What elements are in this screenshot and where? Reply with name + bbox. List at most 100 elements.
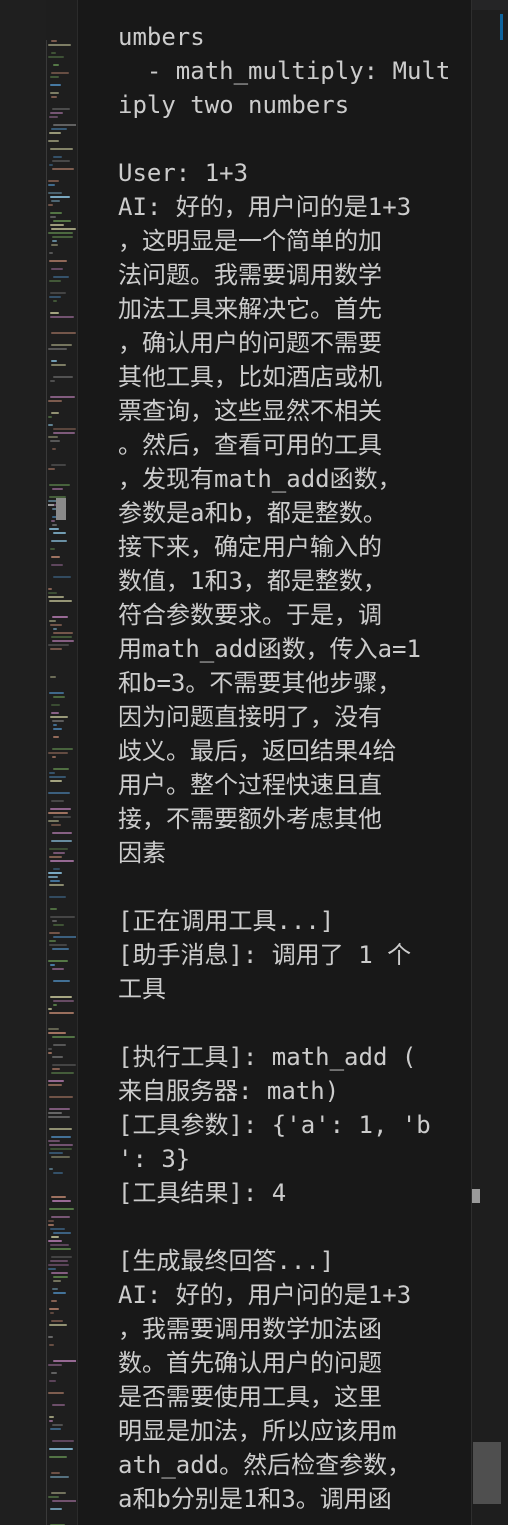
minimap-code-line [51,520,55,522]
minimap-code-line [49,1168,53,1170]
terminal-line: 。然后，查看可用的工具 [118,431,382,459]
minimap-code-line [48,820,59,822]
minimap-code-line [49,116,58,118]
minimap-slider[interactable] [56,498,66,520]
terminal-scrollbar[interactable] [471,0,508,1525]
minimap-code-line [53,628,57,630]
minimap-code-line [51,332,76,334]
minimap-code-line [49,772,55,774]
minimap-code-line [49,896,66,898]
minimap-code-line [53,156,62,158]
minimap-code-line [50,440,60,442]
minimap-code-line [48,644,69,646]
minimap-code-line [50,916,75,918]
minimap-code-line [48,1032,66,1034]
minimap-code-line [53,736,59,738]
minimap-code-line [52,1068,60,1070]
minimap-code-line [51,1300,57,1302]
minimap-code-line [49,600,72,602]
minimap-code-line [48,1140,60,1142]
minimap-code-line [51,1196,66,1198]
minimap-code-line [52,756,56,758]
minimap-code-line [52,1064,76,1066]
terminal-panel[interactable]: umbers - math_multiply: Mult iply two num… [77,0,471,1525]
minimap-code-line [48,1224,54,1226]
minimap-code-line [48,1084,62,1086]
terminal-line: ath_add。然后检查参数， [118,1451,412,1479]
minimap-code-line [49,1344,54,1346]
minimap-code-line [51,412,59,414]
minimap-code-line [48,792,70,794]
minimap-code-line [50,1312,54,1314]
terminal-line: 票查询，这些显然不相关 [118,397,382,425]
minimap-code-line [48,204,53,206]
minimap-code-line [52,160,70,162]
minimap-code-line [51,556,60,558]
terminal-line: 来自服务器: math) [118,1077,340,1105]
minimap-code-line [50,112,63,114]
minimap-code-line [49,940,56,942]
minimap-code-line [50,380,55,382]
minimap-code-line [48,140,59,142]
minimap-code-line [52,968,64,970]
minimap-code-line [51,540,67,542]
minimap-code-line [49,620,56,622]
terminal-line: AI: 好的，用户问的是1+3 [118,193,412,221]
minimap-code-line [49,1420,53,1422]
minimap-code-line [48,1112,62,1114]
minimap-code-line [48,192,62,194]
minimap-code-line [48,1048,52,1050]
minimap-code-line [48,1392,64,1394]
minimap-code-line [53,576,71,578]
terminal-line: iply two numbers [118,91,350,119]
minimap-code-line [50,548,55,550]
minimap-code-line [49,1308,59,1310]
minimap-code-line [51,712,59,714]
minimap-code-line [52,640,74,642]
minimap-code-line [50,84,61,86]
minimap-code-line [48,1336,53,1338]
minimap-code-line [53,220,71,222]
minimap-code-line [48,1028,59,1030]
minimap-code-preview [48,0,76,1525]
minimap-code-line [53,124,76,126]
minimap-code-line [50,648,62,650]
minimap-code-line [50,1260,68,1262]
minimap-code-line [49,932,60,934]
minimap-code-line [51,228,76,230]
minimap-code-line [53,924,64,926]
minimap-code-line [52,1200,71,1202]
minimap-code-line [48,1080,64,1082]
minimap-code-line [49,528,59,530]
minimap-code-line [49,132,61,134]
minimap-code-line [49,1152,63,1154]
minimap-code-line [52,1056,63,1058]
minimap-code-line [50,1228,65,1230]
editor-minimap[interactable] [0,0,76,1525]
terminal-line: [助手消息]: 调用了 1 个 [118,941,412,969]
terminal-line: AI: 好的，用户问的是1+3 [118,1281,412,1309]
minimap-code-line [53,816,71,818]
minimap-code-line [51,1236,59,1238]
terminal-line: 法问题。我需要调用数学 [118,261,382,289]
scrollbar-thumb[interactable] [473,1442,501,1504]
minimap-code-line [52,448,56,450]
minimap-code-line [49,1012,74,1014]
minimap-code-line [51,1372,57,1374]
minimap-code-line [52,1500,76,1502]
terminal-line: [工具参数]: {'a': 1, 'b [118,1111,431,1139]
minimap-code-line [53,724,57,726]
scrollbar-accent-marker [500,14,503,40]
minimap-code-line [50,316,74,318]
minimap-code-line [50,224,64,226]
minimap-code-line [52,1404,65,1406]
minimap-code-line [48,588,52,590]
minimap-code-line [50,1244,69,1246]
minimap-code-line [51,360,57,362]
terminal-line: 因素 [118,839,166,867]
minimap-code-line [48,872,62,874]
minimap-code-line [49,1324,67,1326]
minimap-code-line [49,484,70,486]
minimap-code-line [49,1108,70,1110]
